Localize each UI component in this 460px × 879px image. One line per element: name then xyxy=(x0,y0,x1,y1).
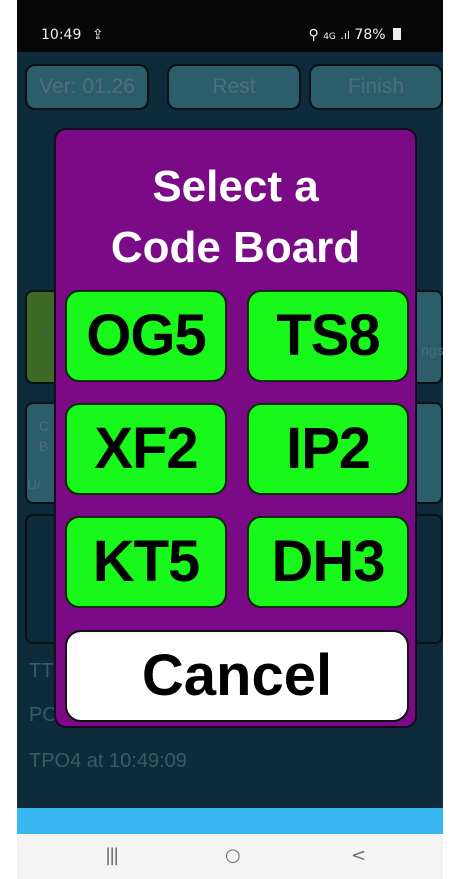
signal-icon: .ıl xyxy=(340,29,350,42)
code-button-dh3[interactable]: DH3 xyxy=(247,516,409,608)
log-line-1: TT xyxy=(29,660,54,682)
code-button-ip2[interactable]: IP2 xyxy=(247,403,409,495)
background-label-2: 2 xyxy=(41,360,49,376)
home-icon[interactable]: ○ xyxy=(225,845,241,866)
rest-button[interactable]: Rest xyxy=(167,64,301,110)
back-icon[interactable]: < xyxy=(351,845,366,866)
network-label: 4G xyxy=(323,32,336,42)
dialog-title-line-1: Select a xyxy=(152,162,319,211)
version-button[interactable]: Ver: 01.26 xyxy=(25,64,149,110)
background-label-b: B xyxy=(39,438,49,454)
finish-button[interactable]: Finish xyxy=(309,64,443,110)
bottom-strip xyxy=(17,808,443,834)
code-button-og5[interactable]: OG5 xyxy=(65,290,227,382)
code-button-ts8[interactable]: TS8 xyxy=(247,290,409,382)
dialog-title-line-2: Code Board xyxy=(110,223,361,272)
location-icon: ⚲ xyxy=(308,27,319,43)
code-button-kt5[interactable]: KT5 xyxy=(65,516,227,608)
navigation-bar: ||| ○ < xyxy=(17,834,443,879)
dialog-title: Select a Code Board xyxy=(56,156,415,278)
upload-icon: ⇪ xyxy=(91,27,104,43)
background-label-u: U/ xyxy=(27,476,41,492)
status-indicators: ⚲ 4G .ıl 78% xyxy=(308,27,401,43)
status-time: 10:49 ⇪ xyxy=(41,27,104,43)
code-button-xf2[interactable]: XF2 xyxy=(65,403,227,495)
recents-icon[interactable]: ||| xyxy=(105,845,119,866)
background-label-a: A xyxy=(39,324,49,340)
code-board-dialog: Select a Code Board OG5 TS8 XF2 IP2 KT5 … xyxy=(54,128,417,728)
battery-percent: 78% xyxy=(354,27,386,43)
cancel-button[interactable]: Cancel xyxy=(65,630,409,722)
battery-icon xyxy=(393,28,401,40)
background-label-ngs: ngs xyxy=(421,342,444,358)
background-label-c: C xyxy=(39,418,50,434)
status-bar: 10:49 ⇪ ⚲ 4G .ıl 78% xyxy=(17,0,443,52)
log-line-3: TPO4 at 10:49:09 xyxy=(29,750,187,772)
